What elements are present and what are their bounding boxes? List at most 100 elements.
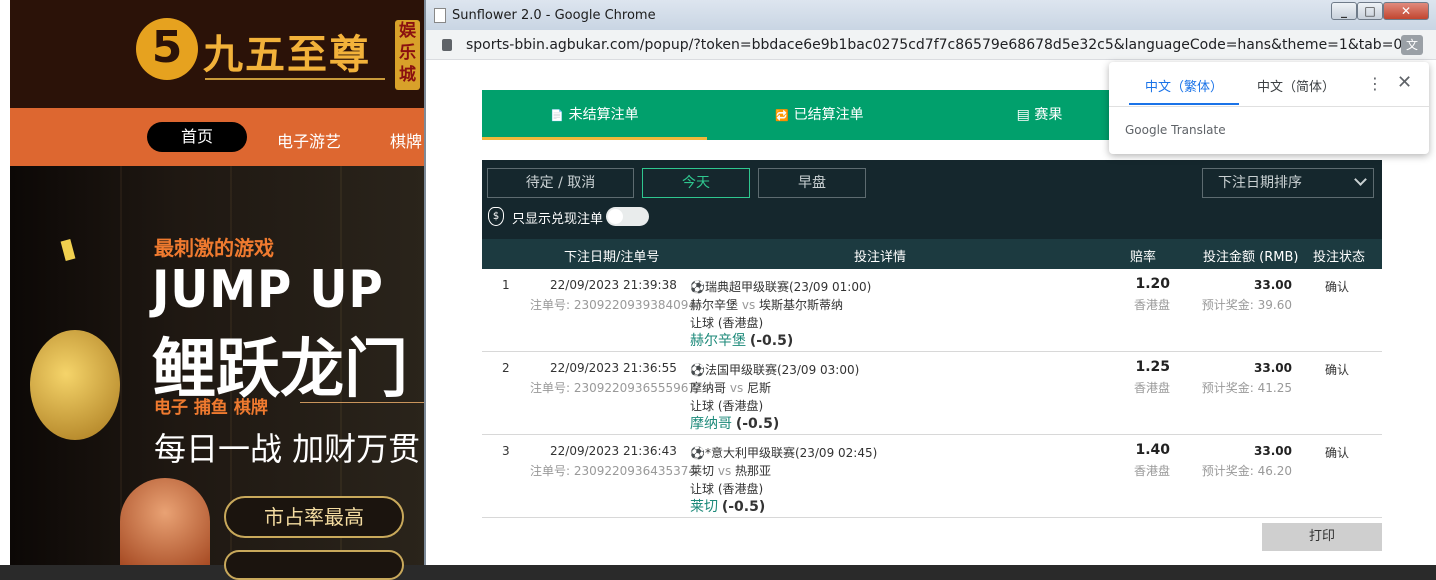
translate-tab-simplified[interactable]: 中文（简体）: [1257, 76, 1335, 95]
bet-order-number: 注单号: 2309220936435374: [530, 464, 697, 478]
header-detail: 投注详情: [854, 250, 907, 265]
koi-fish-image: [120, 478, 210, 565]
header-status: 投注状态: [1313, 250, 1366, 265]
results-icon: ▤: [1016, 107, 1030, 123]
bet-datetime: 22/09/2023 21:36:43: [550, 444, 677, 458]
odds-type: 香港盘: [1133, 464, 1170, 478]
bet-selection: 赫尔辛堡 (-0.5): [690, 330, 793, 350]
bet-league: ⚽*意大利甲级联赛(23/09 02:45): [690, 446, 878, 460]
away-team: 热那亚: [735, 464, 772, 478]
header-odds: 赔率: [1130, 250, 1157, 265]
bet-amount: 33.00: [1254, 361, 1292, 375]
title-bar[interactable]: Sunflower 2.0 - Google Chrome _ □ ✕: [426, 0, 1436, 30]
hero-tag: 最刺激的游戏: [154, 236, 274, 260]
logo-decoration: [205, 78, 385, 86]
hero-categories: 电子 捕鱼 棋牌: [154, 398, 268, 418]
address-bar: sports-bbin.agbukar.com/popup/?token=bbd…: [426, 30, 1436, 60]
vs-label: vs: [741, 298, 756, 312]
bet-league: ⚽法国甲级联赛(23/09 03:00): [690, 363, 860, 377]
line: (-0.5): [749, 333, 794, 349]
bet-amount: 33.00: [1254, 444, 1292, 458]
home-team: 莱切: [690, 464, 715, 478]
tab-settled[interactable]: 🔁 已结算注单: [707, 90, 932, 140]
close-window-button[interactable]: ✕: [1383, 2, 1429, 20]
print-button[interactable]: 打印: [1262, 523, 1382, 551]
hero-cta-button[interactable]: 市占率最高: [224, 496, 404, 538]
odds-type: 香港盘: [1133, 381, 1170, 395]
tab-unsettled[interactable]: 📄 未结算注单: [482, 90, 707, 140]
bet-market: 让球 (香港盘): [690, 316, 764, 330]
bet-odds: 1.25: [1135, 359, 1170, 375]
chevron-down-icon: [1354, 173, 1367, 186]
tab-unsettled-label: 未结算注单: [568, 107, 639, 123]
document-icon: 📄: [550, 109, 565, 122]
window-title: Sunflower 2.0 - Google Chrome: [452, 8, 656, 23]
bet-match: 莱切 vs 热那亚: [690, 462, 771, 479]
bet-match: 赫尔辛堡 vs 埃斯基尔斯蒂纳: [690, 296, 843, 313]
popup-divider: [1109, 106, 1429, 107]
table-row: 3 22/09/2023 21:36:43 注单号: 2309220936435…: [482, 435, 1382, 518]
bet-market: 让球 (香港盘): [690, 482, 764, 496]
gold-coin-image: [30, 330, 120, 440]
bet-status: 确认: [1325, 446, 1350, 460]
settled-icon: 🔁: [775, 109, 790, 122]
page-icon: [434, 8, 446, 23]
tab-settled-label: 已结算注单: [793, 107, 864, 123]
pick: 摩纳哥: [690, 416, 732, 432]
odds-type: 香港盘: [1133, 298, 1170, 312]
bet-order-number: 注单号: 2309220939384094: [530, 298, 697, 312]
bet-odds: 1.40: [1135, 442, 1170, 458]
translate-popup: 中文（繁体） 中文（简体） ⋮ ✕ Google Translate: [1109, 62, 1429, 154]
lock-icon[interactable]: [442, 39, 452, 51]
bet-match: 摩纳哥 vs 尼斯: [690, 379, 771, 396]
bet-amount: 33.00: [1254, 278, 1292, 292]
line: (-0.5): [721, 499, 766, 515]
bet-status: 确认: [1325, 280, 1350, 294]
pick: 莱切: [690, 499, 718, 515]
hero-slogan: 每日一战 加财万贯: [154, 430, 421, 468]
nav-slots[interactable]: 电子游艺: [277, 128, 341, 152]
google-translate-brand: Google Translate: [1125, 123, 1226, 137]
bet-datetime: 22/09/2023 21:39:38: [550, 278, 677, 292]
home-team: 赫尔辛堡: [690, 298, 739, 312]
tab-results-label: 赛果: [1034, 107, 1063, 123]
table-header: 下注日期/注单号 投注详情 赔率 投注金额 (RMB) 投注状态: [482, 239, 1382, 269]
header-date[interactable]: 下注日期/注单号: [564, 246, 659, 265]
away-team: 尼斯: [747, 381, 772, 395]
line: (-0.5): [735, 416, 780, 432]
table-row: 2 22/09/2023 21:36:55 注单号: 2309220936555…: [482, 352, 1382, 435]
bet-list: 1 22/09/2023 21:39:38 注单号: 2309220939384…: [482, 269, 1382, 518]
hero-divider: [300, 402, 430, 403]
left-edge: [0, 0, 10, 565]
minimize-button[interactable]: _: [1331, 2, 1357, 20]
close-icon[interactable]: ✕: [1397, 72, 1412, 93]
maximize-button[interactable]: □: [1357, 2, 1383, 20]
filter-early[interactable]: 早盘: [758, 168, 866, 198]
bet-odds: 1.20: [1135, 276, 1170, 292]
nav-cards[interactable]: 棋牌: [390, 128, 422, 152]
translate-tab-traditional[interactable]: 中文（繁体）: [1129, 76, 1240, 105]
translate-icon[interactable]: 文: [1401, 35, 1423, 55]
cashout-toggle[interactable]: [606, 207, 649, 226]
bet-selection: 摩纳哥 (-0.5): [690, 413, 779, 433]
site-logo-icon[interactable]: 5: [136, 18, 198, 80]
est-payout: 预计奖金: 41.25: [1201, 381, 1292, 395]
more-options-icon[interactable]: ⋮: [1367, 74, 1383, 93]
table-row: 1 22/09/2023 21:39:38 注单号: 2309220939384…: [482, 269, 1382, 352]
filter-pending[interactable]: 待定 / 取消: [487, 168, 634, 198]
vs-label: vs: [729, 381, 744, 395]
bet-status: 确认: [1325, 363, 1350, 377]
bet-market: 让球 (香港盘): [690, 399, 764, 413]
hero-cta-button-2[interactable]: [224, 550, 404, 580]
site-logo-sub: 娱乐城: [395, 20, 420, 90]
sort-dropdown[interactable]: 下注日期排序: [1202, 168, 1374, 198]
row-number: 3: [502, 444, 510, 458]
cashout-only-label: 只显示兑现注单: [512, 212, 604, 227]
url-text[interactable]: sports-bbin.agbukar.com/popup/?token=bbd…: [466, 37, 1402, 53]
est-payout: 预计奖金: 46.20: [1201, 464, 1292, 478]
filter-bar: 待定 / 取消 今天 早盘 下注日期排序 $ 只显示兑现注单: [482, 160, 1382, 239]
filter-today[interactable]: 今天: [642, 168, 750, 198]
header-amount: 投注金额 (RMB): [1203, 250, 1299, 265]
nav-home[interactable]: 首页: [147, 122, 247, 152]
bet-datetime: 22/09/2023 21:36:55: [550, 361, 677, 375]
